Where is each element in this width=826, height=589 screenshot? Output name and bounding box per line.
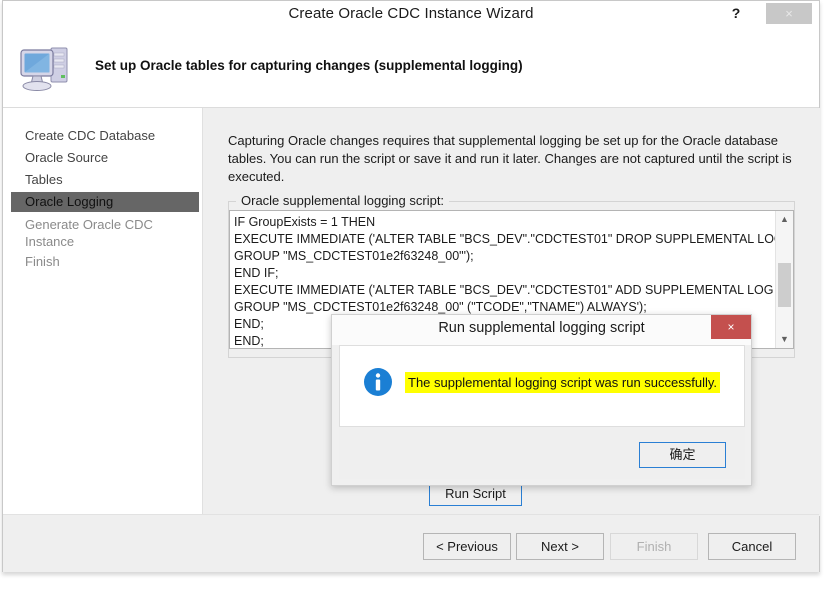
header-banner: Set up Oracle tables for capturing chang… bbox=[3, 29, 819, 108]
sidebar-item-create-cdc-database[interactable]: Create CDC Database bbox=[11, 126, 199, 146]
scroll-up-icon[interactable]: ▲ bbox=[776, 211, 793, 228]
sidebar-item-oracle-source[interactable]: Oracle Source bbox=[11, 148, 199, 168]
window-titlebar: Create Oracle CDC Instance Wizard ? × bbox=[3, 1, 819, 29]
computer-icon bbox=[17, 42, 75, 94]
sidebar: Create CDC Database Oracle Source Tables… bbox=[3, 108, 203, 516]
dialog-ok-button[interactable]: 确定 bbox=[639, 442, 726, 468]
wizard-footer: < Previous Next > Finish Cancel bbox=[3, 514, 819, 572]
page-title: Set up Oracle tables for capturing chang… bbox=[95, 58, 523, 73]
dialog-titlebar: Run supplemental logging script × bbox=[332, 315, 751, 345]
sidebar-item-finish[interactable]: Finish bbox=[11, 252, 199, 272]
dialog-title: Run supplemental logging script bbox=[438, 320, 645, 336]
finish-button: Finish bbox=[610, 533, 698, 560]
dialog-footer: 确定 bbox=[339, 427, 745, 479]
script-scrollbar[interactable]: ▲ ▼ bbox=[775, 211, 793, 348]
window-title: Create Oracle CDC Instance Wizard bbox=[288, 5, 534, 22]
script-groupbox-label: Oracle supplemental logging script: bbox=[236, 193, 450, 208]
scrollbar-thumb[interactable] bbox=[778, 263, 791, 307]
info-icon bbox=[363, 367, 393, 397]
sidebar-item-generate-oracle-cdc-instance[interactable]: Generate Oracle CDC Instance bbox=[11, 214, 199, 252]
dialog-close-icon[interactable]: × bbox=[711, 315, 751, 339]
help-icon[interactable]: ? bbox=[725, 2, 747, 24]
dialog-content: The supplemental logging script was run … bbox=[339, 345, 745, 427]
scroll-down-icon[interactable]: ▼ bbox=[776, 331, 793, 348]
dialog-message: The supplemental logging script was run … bbox=[405, 372, 721, 393]
close-icon[interactable]: × bbox=[766, 3, 812, 24]
sidebar-item-tables[interactable]: Tables bbox=[11, 170, 199, 190]
run-script-dialog: Run supplemental logging script × The su… bbox=[331, 314, 752, 486]
next-button[interactable]: Next > bbox=[516, 533, 604, 560]
previous-button[interactable]: < Previous bbox=[423, 533, 511, 560]
sidebar-item-oracle-logging[interactable]: Oracle Logging bbox=[11, 192, 199, 212]
intro-text: Capturing Oracle changes requires that s… bbox=[228, 133, 792, 184]
cancel-button[interactable]: Cancel bbox=[708, 533, 796, 560]
wizard-window: Create Oracle CDC Instance Wizard ? × Se… bbox=[2, 0, 820, 572]
